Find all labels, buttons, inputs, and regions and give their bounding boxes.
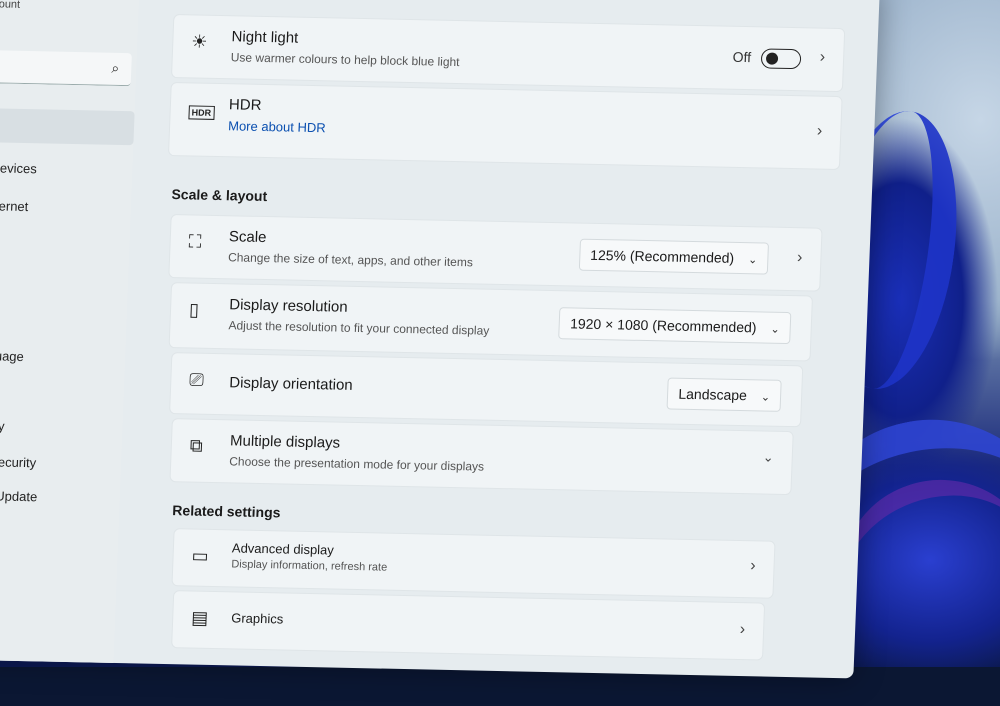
graphics-card-icon: ▤ (190, 607, 209, 628)
orientation-icon: ⎚ (189, 369, 205, 390)
graphics-card[interactable]: ▤ Graphics › (171, 590, 766, 661)
night-light-toggle[interactable] (760, 48, 802, 70)
chevron-right-icon[interactable]: › (819, 49, 825, 67)
display-resolution-title: Display resolution (228, 296, 348, 316)
hdr-title: HDR (228, 96, 262, 114)
chevron-down-icon: ⌄ (770, 323, 780, 336)
scale-value: 125% (Recommended) (589, 246, 735, 266)
navigation-pane: ount ⌕ & devices internet tion anguage b… (0, 0, 140, 663)
resolution-dropdown[interactable]: 1920 × 1080 (Recommended) ⌄ (558, 307, 792, 345)
hdr-icon: HDR (188, 105, 215, 120)
settings-window: ount ⌕ & devices internet tion anguage b… (0, 0, 880, 679)
orientation-value: Landscape (678, 385, 748, 404)
scale-dropdown[interactable]: 125% (Recommended) ⌄ (578, 238, 769, 275)
advanced-display-title: Advanced display (231, 540, 335, 558)
display-orientation-card[interactable]: ⎚ Display orientation Landscape ⌄ (169, 352, 804, 428)
display-settings-content: ☀ Night light Use warmer colours to help… (148, 0, 879, 678)
chevron-down-icon: ⌄ (747, 254, 758, 267)
nav-item-privacy-security[interactable]: & security (0, 454, 36, 470)
nav-item-bluetooth-devices[interactable]: & devices (0, 160, 37, 176)
resolution-icon: ▯ (188, 299, 200, 320)
orientation-dropdown[interactable]: Landscape ⌄ (666, 377, 782, 412)
multiple-displays-icon: ⧉ (189, 435, 204, 456)
hdr-card[interactable]: HDR HDR More about HDR › (167, 82, 843, 171)
account-label: ount (0, 0, 21, 11)
toggle-knob (765, 52, 779, 65)
chevron-right-icon[interactable]: › (750, 557, 756, 575)
chevron-right-icon[interactable]: › (817, 123, 823, 141)
scale-title: Scale (228, 228, 267, 247)
multiple-displays-title: Multiple displays (229, 432, 341, 452)
night-light-card[interactable]: ☀ Night light Use warmer colours to help… (170, 14, 846, 93)
scale-layout-heading: Scale & layout (171, 186, 268, 205)
display-resolution-subtitle: Adjust the resolution to fit your connec… (228, 318, 490, 338)
search-icon: ⌕ (111, 59, 120, 76)
scale-icon: ⛶ (188, 231, 202, 252)
related-settings-heading: Related settings (172, 502, 281, 521)
nav-item-display-selected[interactable] (0, 107, 135, 146)
multiple-displays-subtitle: Choose the presentation mode for your di… (229, 454, 485, 474)
more-about-hdr-link[interactable]: More about HDR (228, 118, 326, 135)
nav-item-time-language[interactable]: anguage (0, 348, 24, 364)
chevron-right-icon[interactable]: › (739, 621, 745, 639)
chevron-down-icon: ⌄ (760, 391, 771, 404)
advanced-display-card[interactable]: ▭ Advanced display Display information, … (171, 528, 776, 599)
monitor-icon: ▭ (191, 545, 210, 566)
night-light-title: Night light (231, 28, 299, 47)
scale-subtitle: Change the size of text, apps, and other… (227, 250, 474, 270)
display-orientation-title: Display orientation (228, 374, 354, 394)
sun-icon: ☀ (190, 31, 208, 52)
advanced-display-subtitle: Display information, refresh rate (231, 558, 388, 574)
chevron-right-icon[interactable]: › (797, 249, 803, 267)
nav-item-network-internet[interactable]: internet (0, 198, 29, 214)
scale-card[interactable]: ⛶ Scale Change the size of text, apps, a… (168, 214, 823, 292)
graphics-title: Graphics (230, 610, 284, 627)
night-light-subtitle: Use warmer colours to help block blue li… (230, 50, 460, 70)
nav-item-windows-update[interactable]: ws Update (0, 488, 38, 504)
nav-item-accessibility[interactable]: bility (0, 418, 5, 434)
night-light-state-label: Off (732, 48, 752, 66)
chevron-down-icon[interactable]: ⌄ (763, 450, 774, 466)
search-input[interactable]: ⌕ (0, 49, 132, 87)
display-resolution-card[interactable]: ▯ Display resolution Adjust the resoluti… (168, 282, 813, 362)
multiple-displays-card[interactable]: ⧉ Multiple displays Choose the presentat… (169, 418, 794, 496)
resolution-value: 1920 × 1080 (Recommended) (569, 315, 757, 336)
